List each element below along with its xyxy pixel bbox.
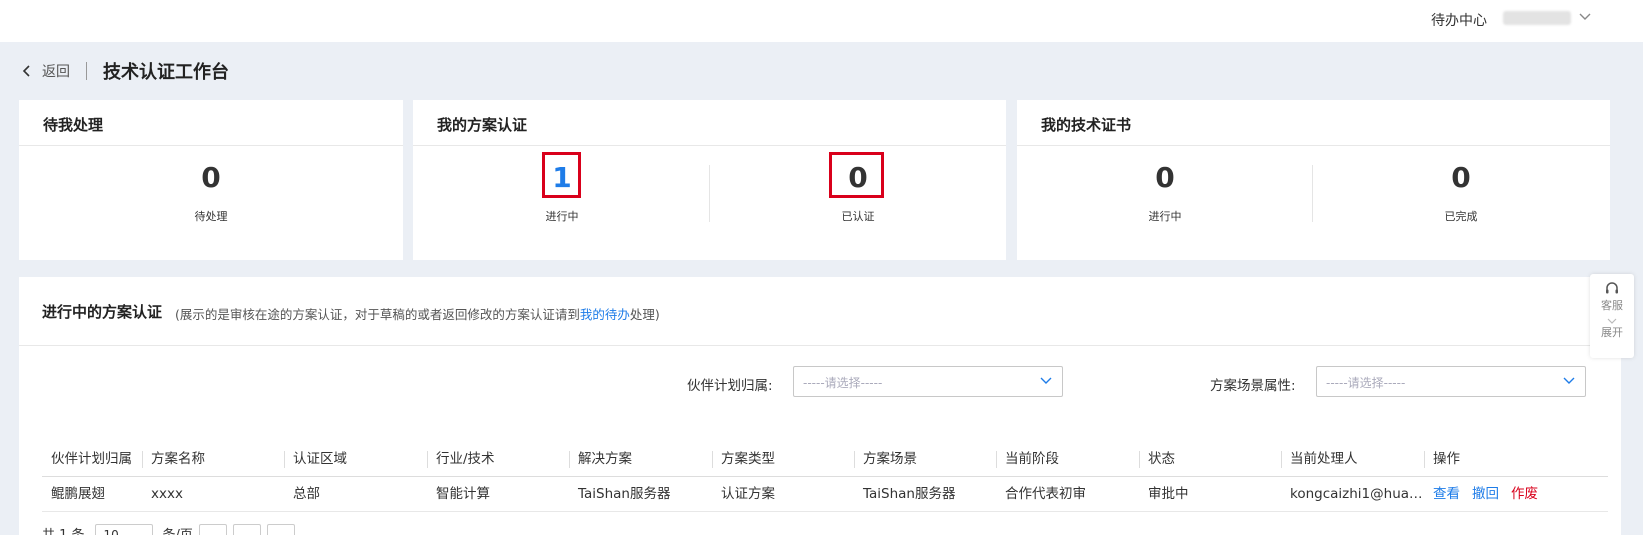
card-title: 我的方案认证 [437,116,528,134]
stat-label: 待处理 [194,210,228,223]
scenario-select[interactable]: -----请选择----- [1316,366,1586,397]
in-progress-panel: 进行中的方案认证 (展示的是审核在途的方案认证，对于草稿的或者返回修改的方案认证… [19,277,1621,535]
username-blurred[interactable] [1503,11,1571,25]
divider [19,145,403,146]
pagination: 共 1 条 10 条/页 [42,524,301,535]
divider [19,345,1621,346]
divider [1017,145,1610,146]
column-header[interactable]: 状态 [1139,442,1281,477]
stat-value[interactable]: 0 [1411,158,1511,198]
highlight-box [542,152,581,198]
chevron-down-icon[interactable] [1578,12,1592,22]
column-header[interactable]: 方案场景 [854,442,996,477]
stat-pending[interactable]: 0 待处理 [161,158,261,224]
select-placeholder: -----请选择----- [1326,376,1406,390]
cell-actions: 查看 撤回 作废 [1424,477,1608,512]
cell-solution-type: 认证方案 [721,486,775,502]
chevron-down-icon [1563,377,1575,384]
table-row: 鲲鹏展翅 xxxx 总部 智能计算 TaiShan服务器 认证方案 TaiSha… [42,477,1608,512]
highlight-box [829,152,884,198]
scenario-filter-label: 方案场景属性: [1210,378,1296,394]
stat-certified[interactable]: 0 已认证 [808,152,908,224]
column-header[interactable]: 解决方案 [569,442,712,477]
cell-scenario: TaiShan服务器 [863,486,956,502]
stat-label: 已完成 [1444,210,1478,223]
prev-page-button[interactable] [198,524,227,535]
expand-label[interactable]: 展开 [1590,324,1634,340]
void-link[interactable]: 作废 [1511,486,1538,502]
card-my-solution-cert: 我的方案认证 1 进行中 0 已认证 [413,100,1006,260]
select-placeholder: -----请选择----- [803,376,883,390]
chevron-down-icon [1040,377,1052,384]
total-count: 共 1 条 [42,524,85,535]
per-page-label: 条/页 [163,524,193,535]
column-header[interactable]: 认证区域 [284,442,427,477]
todo-center-link[interactable]: 待办中心 [1431,10,1487,30]
revoke-link[interactable]: 撤回 [1472,486,1499,502]
cell-region: 总部 [293,486,320,502]
note-suffix: 处理) [629,307,660,322]
stat-label: 进行中 [545,210,579,223]
stat-label: 已认证 [841,210,875,223]
headset-icon[interactable] [1604,281,1620,297]
stat-divider [709,165,710,222]
column-header[interactable]: 方案类型 [712,442,854,477]
stat-label: 进行中 [1148,210,1182,223]
column-header[interactable]: 伙伴计划归属 [42,442,142,477]
stat-value[interactable]: 0 [1115,158,1215,198]
column-header[interactable]: 当前处理人 [1281,442,1424,477]
cell-solution-name: xxxx [151,486,183,502]
my-todo-link[interactable]: 我的待办 [580,307,630,322]
customer-service-label[interactable]: 客服 [1590,297,1634,313]
card-title: 我的技术证书 [1041,116,1132,134]
stat-cert-in-progress[interactable]: 0 进行中 [1115,158,1215,224]
cell-solution: TaiShan服务器 [578,486,671,502]
partner-plan-select[interactable]: -----请选择----- [793,366,1063,397]
page-header: 返回 技术认证工作台 [20,56,229,86]
cell-industry: 智能计算 [436,486,490,502]
partner-plan-filter-label: 伙伴计划归属: [687,378,773,394]
card-pending: 待我处理 0 待处理 [19,100,403,260]
table-header: 伙伴计划归属 方案名称 认证区域 行业/技术 解决方案 方案类型 方案场景 当前… [42,442,1608,477]
cell-stage: 合作代表初审 [1005,486,1086,502]
panel-title: 进行中的方案认证 [42,303,163,321]
view-link[interactable]: 查看 [1433,486,1460,502]
panel-note: (展示的是审核在途的方案认证，对于草稿的或者返回修改的方案认证请到我的待办处理) [175,304,660,323]
divider [413,145,1006,146]
back-arrow-icon[interactable] [20,64,34,78]
top-bar: 待办中心 [0,0,1643,42]
stat-divider [1312,165,1313,222]
note-prefix: (展示的是审核在途的方案认证，对于草稿的或者返回修改的方案认证请到 [175,307,580,322]
page-title: 技术认证工作台 [103,62,229,83]
next-page-button[interactable] [266,524,295,535]
floating-service-bar: 客服 展开 [1590,274,1634,358]
cell-partner-plan: 鲲鹏展翅 [51,486,105,502]
cell-handler: kongcaizhi1@huawei.com [1290,486,1424,502]
stat-value[interactable]: 0 [161,158,261,198]
back-link[interactable]: 返回 [42,61,70,81]
card-title: 待我处理 [43,116,104,134]
column-header[interactable]: 行业/技术 [427,442,569,477]
cell-status: 审批中 [1148,486,1189,502]
column-header[interactable]: 方案名称 [142,442,284,477]
card-my-tech-certificates: 我的技术证书 0 进行中 0 已完成 [1017,100,1610,260]
page-size-select[interactable]: 10 [94,524,153,535]
header-divider [86,62,87,80]
cert-table: 伙伴计划归属 方案名称 认证区域 行业/技术 解决方案 方案类型 方案场景 当前… [42,442,1608,512]
column-header[interactable]: 当前阶段 [996,442,1139,477]
column-header[interactable]: 操作 [1424,442,1608,477]
stat-cert-completed[interactable]: 0 已完成 [1411,158,1511,224]
stat-in-progress[interactable]: 1 进行中 [512,152,612,224]
page-number-button[interactable] [232,524,261,535]
